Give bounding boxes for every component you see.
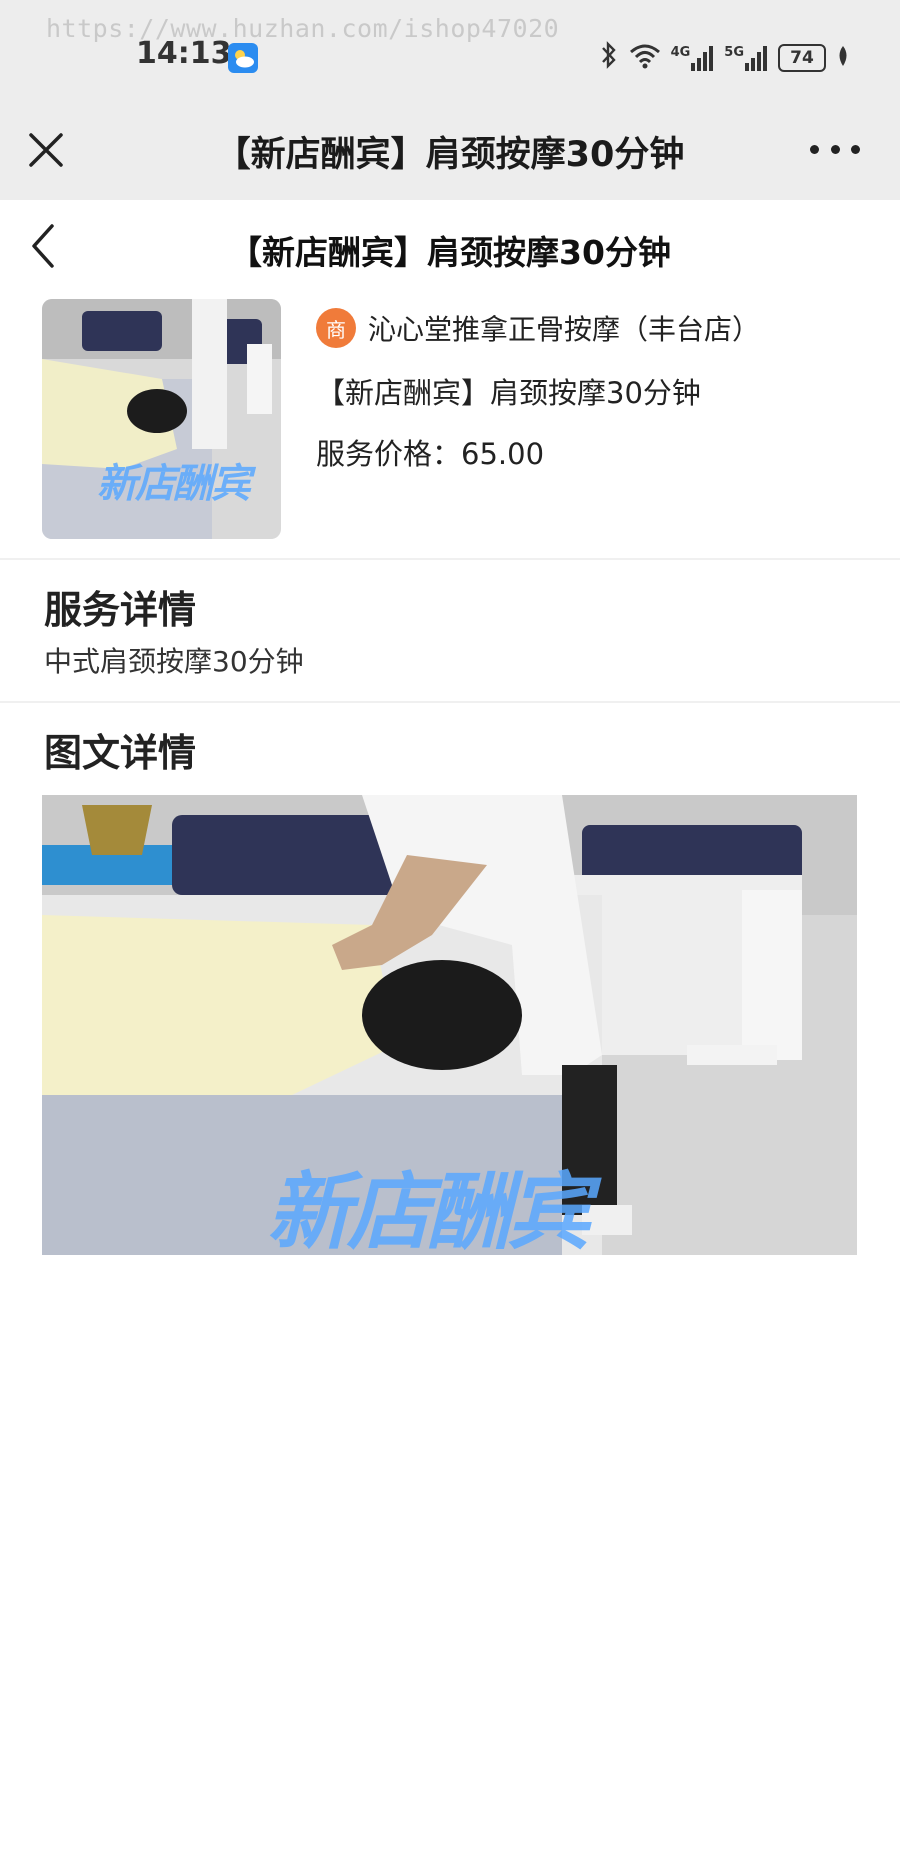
merchant-badge-icon: 商 (316, 308, 356, 348)
watermark: https://www.huzhan.com/ishop47020 (46, 14, 560, 43)
signal-4g-icon: 4G (671, 45, 715, 71)
page-title: 【新店酬宾】肩颈按摩30分钟 (229, 233, 671, 272)
bluetooth-icon (599, 40, 619, 76)
merchant-name: 沁心堂推拿正骨按摩（丰台店） (368, 313, 761, 346)
more-icon[interactable] (810, 134, 860, 164)
status-time: 14:13 (136, 36, 232, 71)
signal-5g-icon: 5G (724, 45, 768, 71)
network-5g-label: 5G (724, 45, 744, 60)
close-icon[interactable] (26, 124, 66, 174)
window-title: 【新店酬宾】肩颈按摩30分钟 (215, 135, 685, 175)
price-row: 服务价格：65.00 (316, 431, 544, 473)
divider (0, 558, 900, 560)
service-details-heading: 服务详情 (44, 588, 197, 632)
photo-caption: 新店酬宾 (267, 1163, 591, 1255)
product-thumbnail[interactable]: 新店酬宾 (42, 299, 281, 539)
detail-photo[interactable]: 新店酬宾 (42, 795, 857, 1255)
graphic-details-heading: 图文详情 (44, 731, 197, 775)
status-bar: https://www.huzhan.com/ishop47020 14:13 … (0, 0, 900, 100)
price-label: 服务价格： (316, 437, 462, 471)
thumbnail-caption: 新店酬宾 (97, 461, 251, 507)
page-header: 【新店酬宾】肩颈按摩30分钟 (0, 200, 900, 296)
battery-icon: 74 (778, 44, 826, 72)
title-bar: 【新店酬宾】肩颈按摩30分钟 (0, 100, 900, 200)
weather-icon (228, 43, 258, 73)
wifi-icon (629, 42, 661, 74)
product-name: 【新店酬宾】肩颈按摩30分钟 (316, 376, 701, 410)
leaf-icon (836, 45, 850, 71)
divider (0, 701, 900, 703)
price-value: 65.00 (461, 437, 545, 471)
status-icons: 4G 5G 74 (599, 40, 850, 76)
network-4g-label: 4G (670, 45, 691, 60)
back-icon[interactable] (24, 220, 64, 270)
service-details-text: 中式肩颈按摩30分钟 (44, 645, 304, 678)
merchant-row[interactable]: 商 沁心堂推拿正骨按摩（丰台店） (316, 308, 760, 348)
